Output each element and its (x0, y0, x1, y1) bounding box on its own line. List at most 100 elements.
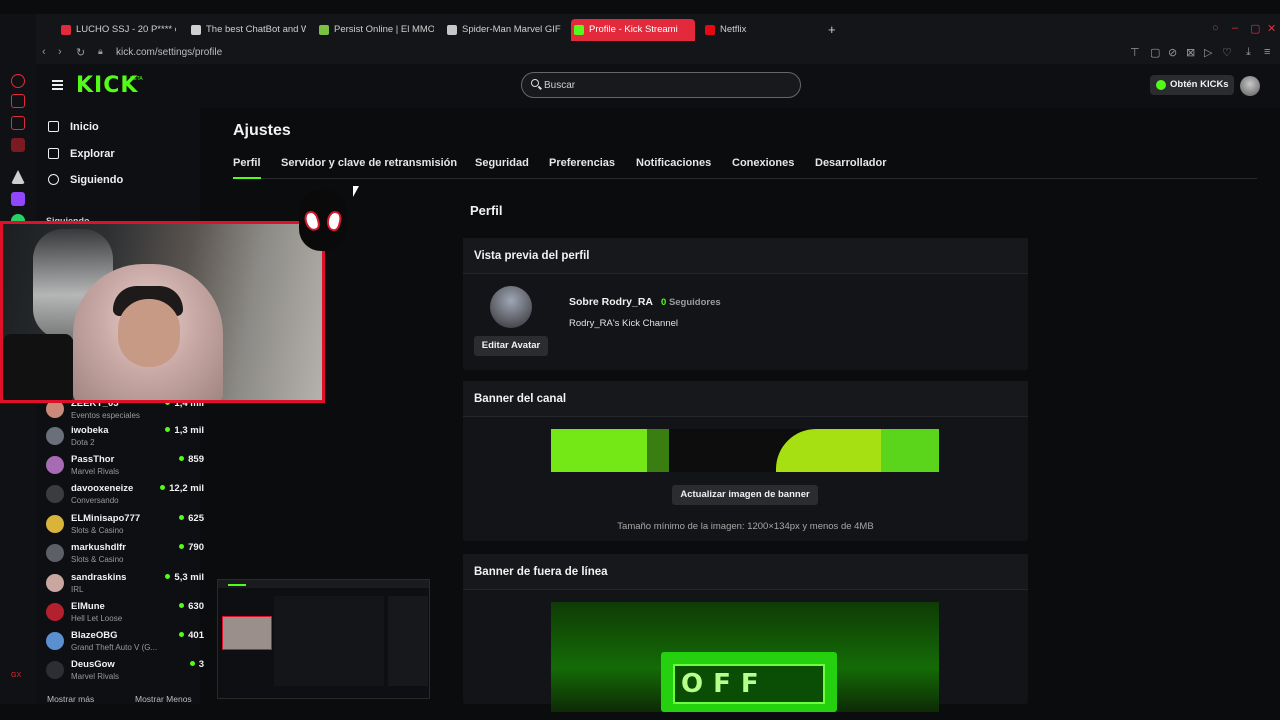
channel-item[interactable]: markushdlfr Slots & Casino 790 (46, 540, 204, 568)
channel-avatar (46, 427, 64, 445)
microphone-arm (3, 334, 73, 400)
pin-icon[interactable]: ⊤ (1130, 46, 1140, 59)
document-icon (447, 25, 457, 35)
profile-preview-heading: Vista previa del perfil (463, 238, 1028, 274)
explore-icon (48, 148, 59, 159)
menu-icon[interactable]: ≡ (1264, 46, 1270, 58)
hamburger-menu-icon[interactable] (52, 80, 63, 90)
tab-desarrollador[interactable]: Desarrollador (815, 157, 887, 179)
channel-avatar (46, 603, 64, 621)
profile-avatar (490, 286, 532, 328)
tab-notificaciones[interactable]: Notificaciones (636, 157, 711, 179)
channel-item[interactable]: BlazeOBG Grand Theft Auto V (G... 401 (46, 628, 204, 656)
webcam-overlay (0, 221, 325, 403)
url-field[interactable]: kick.com/settings/profile (116, 47, 222, 58)
user-avatar[interactable] (1240, 76, 1260, 96)
channel-avatar (46, 632, 64, 650)
channel-item[interactable]: ELMinisapo777 Slots & Casino 625 (46, 511, 204, 539)
adblock-icon[interactable]: ⊘ (1168, 46, 1177, 59)
search-icon (531, 79, 539, 87)
opera-ai-icon[interactable] (11, 74, 25, 88)
browser-tab-lucho[interactable]: LUCHO SSJ - 20 P**** en (58, 19, 176, 41)
netflix-icon (705, 25, 715, 35)
back-icon[interactable]: ‹ (42, 46, 46, 58)
channel-avatar (46, 544, 64, 562)
webcam-streamer-face (118, 299, 180, 367)
channel-item[interactable]: sandraskins IRL 5,3 mil (46, 570, 204, 598)
get-kicks-button[interactable]: Obtén KICKs (1150, 75, 1234, 95)
channel-banner-heading: Banner del canal (463, 381, 1028, 417)
aria-icon[interactable] (11, 170, 25, 184)
browser-tab-persist[interactable]: Persist Online | El MMOR (316, 19, 434, 41)
banner-size-note: Tamaño mínimo de la imagen: 1200×134px y… (617, 521, 874, 532)
update-banner-button[interactable]: Actualizar imagen de banner (672, 485, 818, 505)
kick-icon (574, 25, 584, 35)
tab-seguridad[interactable]: Seguridad (475, 157, 529, 179)
messenger-icon[interactable] (11, 116, 25, 130)
offline-sign: OFF (661, 652, 837, 712)
browser-tab-kick-profile[interactable]: Profile - Kick Streami (571, 19, 695, 41)
section-title: Perfil (470, 203, 503, 218)
close-icon[interactable]: ✕ (1267, 22, 1276, 35)
channel-item[interactable]: DeusGow Marvel Rivals 3 (46, 657, 204, 685)
mouse-cursor-icon (353, 186, 359, 197)
channel-banner-card: Banner del canal Actualizar imagen de ba… (463, 381, 1028, 541)
page-title: Ajustes (233, 122, 291, 139)
channel-avatar (46, 574, 64, 592)
channel-item[interactable]: davooxeneize Conversando 12,2 mil (46, 481, 204, 509)
channel-avatar (46, 456, 64, 474)
kick-header: KICK BETA Obtén KICKs (36, 64, 1280, 108)
search-box[interactable] (521, 72, 801, 98)
maximize-icon[interactable]: ▢ (1250, 22, 1260, 35)
chatbot-icon (191, 25, 201, 35)
browser-tab-spiderman[interactable]: Spider-Man Marvel GIF b (444, 19, 562, 41)
extensions-icon[interactable]: ⊠ (1186, 46, 1195, 59)
gx-icon[interactable]: GX (11, 672, 25, 680)
download-icon[interactable]: ⤓ (1246, 46, 1251, 59)
tab-stream-key[interactable]: Servidor y clave de retransmisión (281, 157, 457, 179)
shopping-icon[interactable] (11, 94, 25, 108)
sidebar-item-siguiendo[interactable]: Siguiendo (48, 170, 123, 190)
browser-tab-chatbot[interactable]: The best ChatBot and W (188, 19, 306, 41)
twitch-icon[interactable] (11, 192, 25, 206)
tab-preferencias[interactable]: Preferencias (549, 157, 615, 179)
channel-banner-image (551, 429, 939, 472)
search-tabs-icon[interactable]: ○ (1212, 22, 1219, 34)
tab-perfil[interactable]: Perfil (233, 157, 261, 179)
home-icon (48, 121, 59, 132)
channel-item[interactable]: PassThor Marvel Rivals 859 (46, 452, 204, 480)
offline-banner-card: Banner de fuera de línea OFF (463, 554, 1028, 712)
snapshot-icon[interactable]: ▢ (1150, 46, 1160, 59)
browser-tab-netflix[interactable]: Netflix (702, 19, 782, 41)
show-less-link[interactable]: Mostrar Menos (135, 694, 192, 704)
address-bar: ‹ › ↻ 🔒︎ kick.com/settings/profile ⊤ ▢ ⊘… (36, 44, 1280, 64)
channel-item[interactable]: ElMune Hell Let Loose 630 (46, 599, 204, 627)
sidebar-item-explorar[interactable]: Explorar (48, 144, 115, 164)
search-input[interactable] (544, 77, 784, 93)
channel-item[interactable]: iwobeka Dota 2 1,3 mil (46, 423, 204, 451)
mask-eye-left (302, 209, 322, 233)
offline-banner-image: OFF (551, 602, 939, 712)
settings-tabs: Perfil Servidor y clave de retransmisión… (233, 157, 1257, 179)
heart-bookmark-icon[interactable]: ♡ (1222, 46, 1232, 59)
channel-avatar (46, 485, 64, 503)
youtube-icon (61, 25, 71, 35)
music-icon[interactable] (11, 138, 25, 152)
tab-conexiones[interactable]: Conexiones (732, 157, 794, 179)
player-icon[interactable]: ▷ (1204, 46, 1212, 59)
spiderman-mask-gif (299, 189, 347, 251)
reload-icon[interactable]: ↻ (76, 46, 85, 59)
forward-icon[interactable]: › (58, 46, 62, 58)
edit-avatar-button[interactable]: Editar Avatar (474, 336, 548, 356)
minimize-icon[interactable]: – (1232, 22, 1238, 34)
offline-banner-heading: Banner de fuera de línea (463, 554, 1028, 590)
about-channel-label: Sobre Rodry_RA (569, 296, 654, 308)
offline-sign-text: OFF (673, 664, 825, 704)
channel-avatar (46, 515, 64, 533)
new-tab-button[interactable]: + (822, 19, 842, 41)
mask-eye-right (324, 209, 344, 233)
kicks-coin-icon (1156, 80, 1166, 90)
sidebar-item-inicio[interactable]: Inicio (48, 117, 99, 137)
channel-bio: Rodry_RA's Kick Channel (569, 318, 678, 329)
show-more-link[interactable]: Mostrar más (47, 694, 94, 704)
